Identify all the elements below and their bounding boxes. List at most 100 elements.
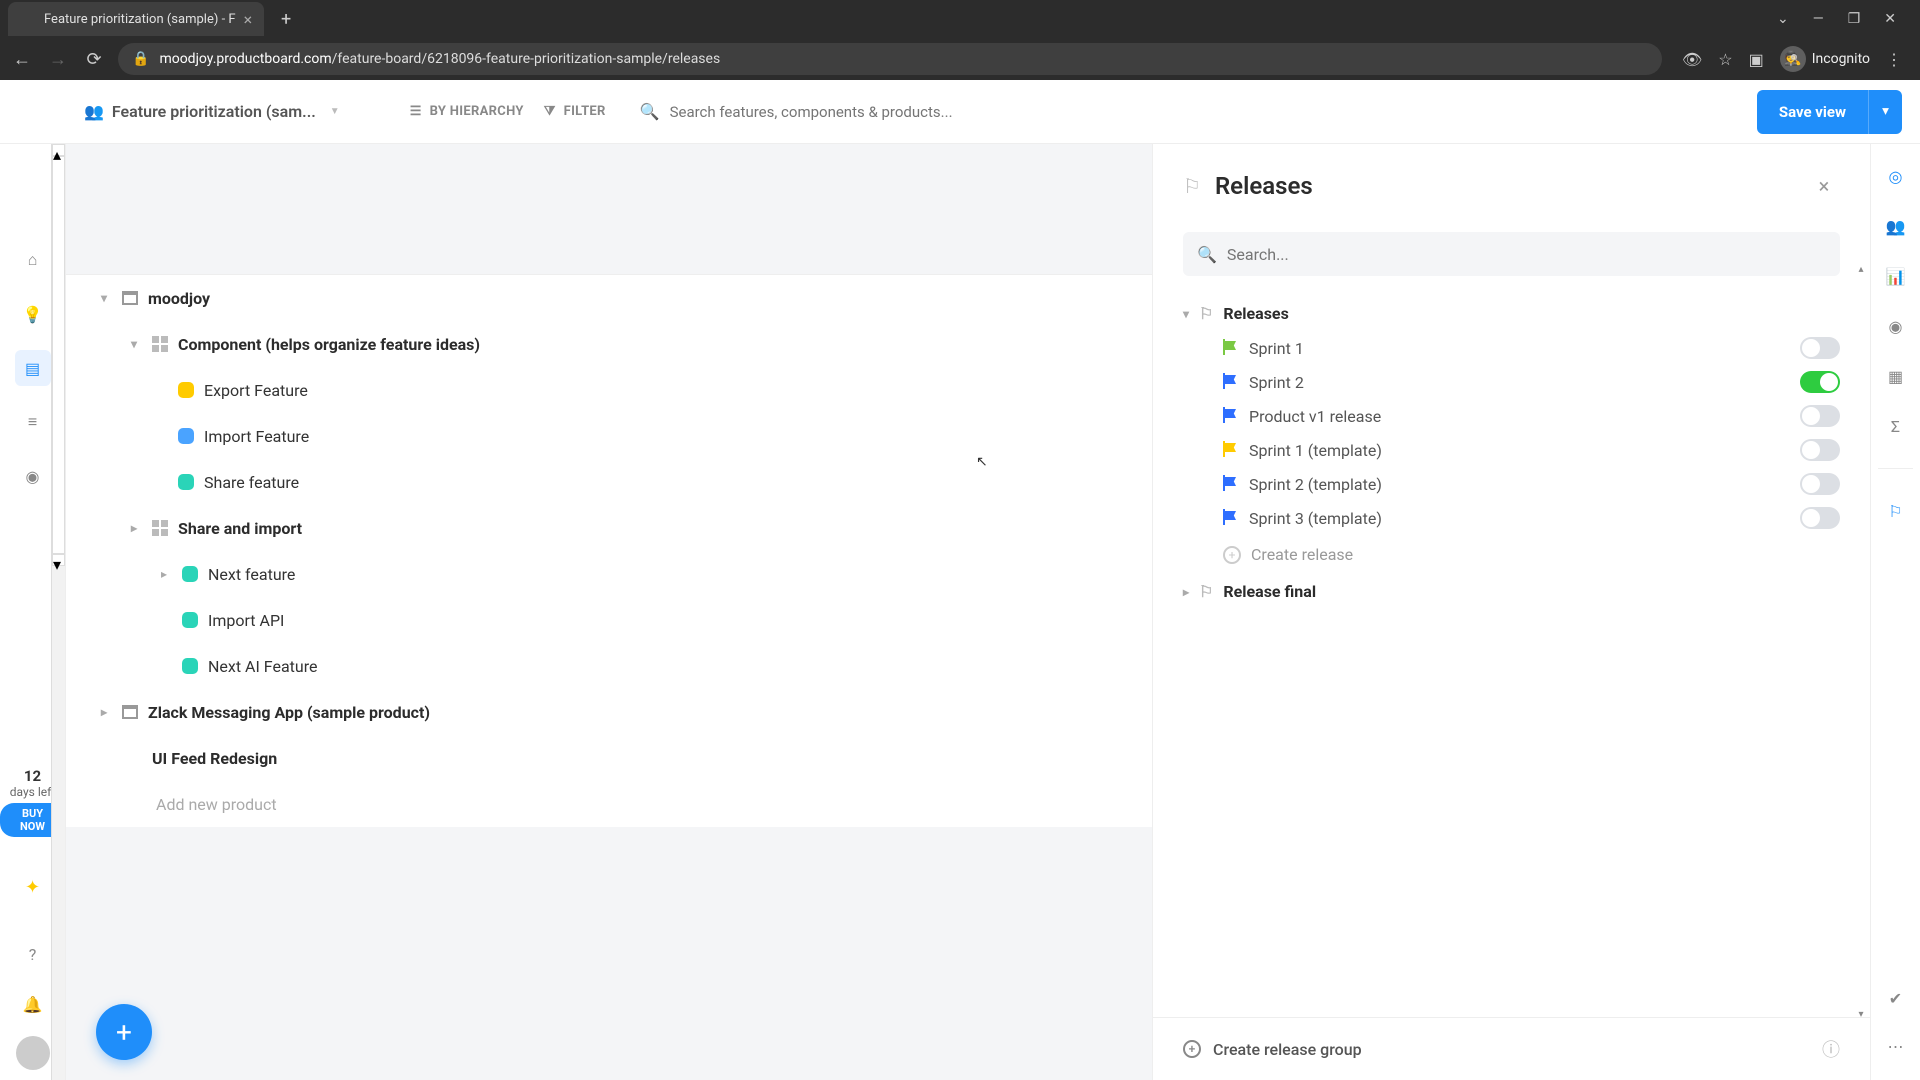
tree-component-row[interactable]: ▾ Component (helps organize feature idea… — [66, 321, 1152, 367]
tree-feature-row[interactable]: ▸ Next AI Feature — [66, 643, 1152, 689]
new-tab-button[interactable]: + — [272, 5, 300, 33]
board-icon[interactable]: ▤ — [15, 350, 51, 386]
help-icon[interactable]: ? — [15, 936, 51, 972]
more-icon[interactable]: ⋯ — [1882, 1032, 1910, 1060]
browser-tab[interactable]: Feature prioritization (sample) - F × — [8, 2, 264, 36]
save-view-dropdown[interactable]: ▾ — [1868, 90, 1902, 134]
reload-icon[interactable]: ⟳ — [82, 49, 106, 70]
forward-icon: → — [46, 49, 70, 70]
release-toggle[interactable] — [1800, 337, 1840, 359]
component-icon — [152, 520, 168, 536]
tree-feature-row[interactable]: ▸ Import API — [66, 597, 1152, 643]
left-rail-scrollbar[interactable]: ▴ ▾ — [51, 144, 65, 1080]
board-title-text: Feature prioritization (sam... — [112, 102, 316, 121]
tab-title: Feature prioritization (sample) - F — [44, 12, 236, 27]
sigma-icon[interactable]: Σ — [1882, 412, 1910, 440]
release-item[interactable]: Sprint 2 (template) — [1175, 467, 1848, 501]
save-view-button[interactable]: Save view — [1757, 90, 1868, 134]
kebab-menu-icon[interactable]: ⋮ — [1886, 50, 1902, 69]
release-final-group[interactable]: ▸ ⚐ Release final — [1175, 574, 1848, 609]
target-icon[interactable]: ◎ — [1882, 162, 1910, 190]
release-item[interactable]: Sprint 1 — [1175, 331, 1848, 365]
close-panel-button[interactable]: × — [1808, 170, 1840, 202]
feature-icon — [182, 566, 198, 582]
release-item[interactable]: Sprint 1 (template) — [1175, 433, 1848, 467]
lightbulb-icon[interactable]: 💡 — [15, 296, 51, 332]
chart-icon[interactable]: 📊 — [1882, 262, 1910, 290]
by-hierarchy-button[interactable]: ☰ BY HIERARCHY — [410, 104, 524, 119]
portal-icon[interactable]: ◉ — [15, 458, 51, 494]
sparkle-icon[interactable]: ✦ — [25, 877, 40, 898]
chevron-right-icon[interactable]: ▸ — [126, 521, 142, 535]
release-item[interactable]: Product v1 release — [1175, 399, 1848, 433]
board-title-dropdown[interactable]: 👥 Feature prioritization (sam... ▼ — [84, 102, 340, 121]
minimize-icon[interactable]: ― — [1813, 11, 1824, 27]
eye-off-icon[interactable]: 👁 — [1682, 50, 1702, 69]
people-icon[interactable]: 👥 — [1882, 212, 1910, 240]
release-item[interactable]: Sprint 3 (template) — [1175, 501, 1848, 535]
user-avatar[interactable] — [16, 1036, 50, 1070]
release-toggle[interactable] — [1800, 473, 1840, 495]
release-toggle[interactable] — [1800, 507, 1840, 529]
flag-icon — [1223, 341, 1237, 355]
product-icon — [122, 705, 138, 719]
tree-feature-row[interactable]: Export Feature — [66, 367, 1152, 413]
chevron-down-icon[interactable]: ⌄ — [1777, 11, 1789, 27]
chevron-down-icon[interactable]: ▾ — [1183, 307, 1189, 321]
lock-icon: 🔒 — [132, 51, 149, 67]
chevron-down-icon[interactable]: ▾ — [96, 291, 112, 305]
panel-scrollbar[interactable]: ▴ ▾ — [1854, 264, 1868, 1020]
feature-icon — [178, 428, 194, 444]
star-icon[interactable]: ☆ — [1718, 50, 1732, 69]
tree-feature-row[interactable]: Import Feature — [66, 413, 1152, 459]
add-new-product[interactable]: Add new product — [66, 781, 1152, 827]
back-icon[interactable]: ← — [10, 49, 34, 70]
release-item[interactable]: Sprint 2 — [1175, 365, 1848, 399]
close-tab-icon[interactable]: × — [244, 10, 253, 29]
home-icon[interactable]: ⌂ — [15, 242, 51, 278]
release-toggle[interactable] — [1800, 371, 1840, 393]
productboard-favicon — [20, 11, 36, 27]
tree-ui-feed-row[interactable]: UI Feed Redesign — [66, 735, 1152, 781]
tree-share-import-row[interactable]: ▸ Share and import — [66, 505, 1152, 551]
tree-zlack-row[interactable]: ▸ Zlack Messaging App (sample product) — [66, 689, 1152, 735]
url-host: moodjoy.productboard.com — [159, 51, 331, 67]
address-bar[interactable]: 🔒 moodjoy.productboard.com/feature-board… — [118, 43, 1662, 75]
release-search-input[interactable] — [1227, 245, 1826, 264]
flag-icon — [1223, 409, 1237, 423]
bell-icon[interactable]: 🔔 — [15, 986, 51, 1022]
info-icon[interactable]: ⓘ — [1822, 1036, 1840, 1062]
incognito-icon: 🕵 — [1780, 46, 1806, 72]
release-group-icon: ⚐ — [1199, 304, 1213, 323]
release-group-header[interactable]: ▾ ⚐ Releases — [1175, 296, 1848, 331]
close-window-icon[interactable]: ✕ — [1884, 11, 1896, 27]
hierarchy-icon: ☰ — [410, 104, 422, 119]
search-input[interactable] — [670, 103, 1723, 121]
tree-product-row[interactable]: ▾ moodjoy — [66, 275, 1152, 321]
filter-button[interactable]: ⧩ FILTER — [544, 104, 606, 119]
tree-feature-row[interactable]: Share feature — [66, 459, 1152, 505]
maximize-icon[interactable]: ❐ — [1848, 11, 1861, 27]
search-icon: 🔍 — [1197, 245, 1217, 264]
chevron-right-icon[interactable]: ▸ — [1183, 585, 1189, 599]
url-path: /feature-board/6218096-feature-prioritiz… — [332, 51, 721, 67]
release-toggle[interactable] — [1800, 439, 1840, 461]
release-toggle[interactable] — [1800, 405, 1840, 427]
chevron-right-icon[interactable]: ▸ — [96, 705, 112, 719]
grid-icon[interactable]: ▦ — [1882, 362, 1910, 390]
create-release-group-button[interactable]: Create release group — [1213, 1040, 1362, 1059]
incognito-badge: 🕵 Incognito — [1780, 46, 1870, 72]
check-circle-icon[interactable]: ✔ — [1882, 984, 1910, 1012]
roadmap-icon[interactable]: ≡ — [15, 404, 51, 440]
plus-circle-icon: + — [1183, 1040, 1201, 1058]
productboard-logo[interactable] — [10, 92, 50, 132]
add-fab-button[interactable]: + — [96, 1004, 152, 1060]
flag-icon — [1223, 477, 1237, 491]
chevron-down-icon[interactable]: ▾ — [126, 337, 142, 351]
priority-icon[interactable]: ◉ — [1882, 312, 1910, 340]
create-release-button[interactable]: + Create release — [1175, 535, 1848, 574]
tree-feature-row[interactable]: ▸ Next feature — [66, 551, 1152, 597]
chevron-right-icon[interactable]: ▸ — [156, 567, 172, 581]
panel-icon[interactable]: ▣ — [1749, 50, 1764, 69]
release-flag-icon[interactable]: ⚐ — [1882, 497, 1910, 525]
